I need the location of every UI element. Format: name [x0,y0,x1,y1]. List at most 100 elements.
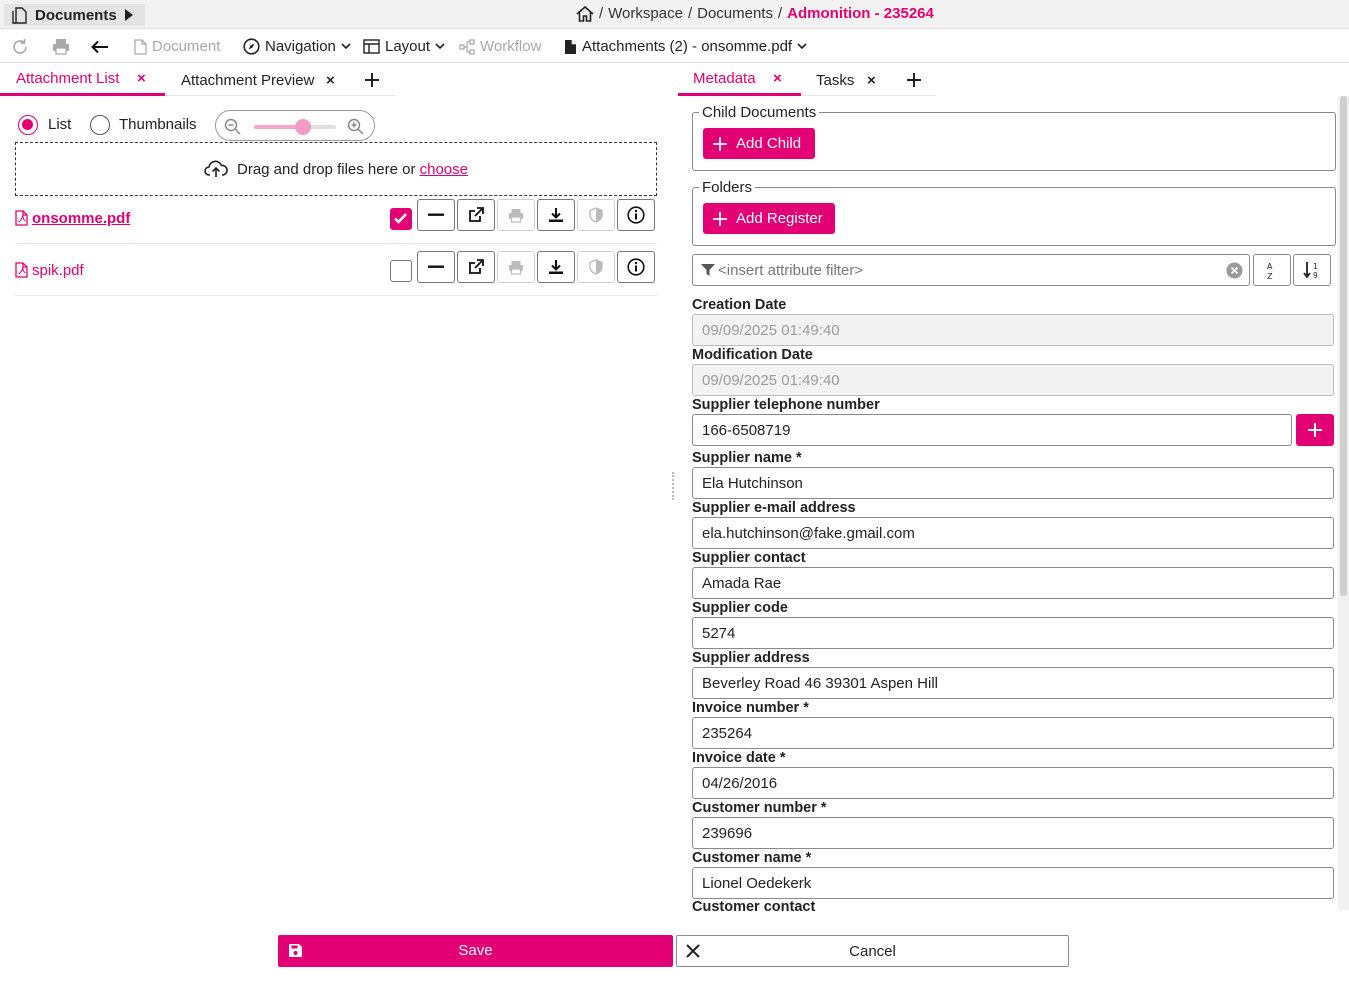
choose-file-link[interactable]: choose [420,161,468,178]
breadcrumb-separator: / [777,5,783,22]
printer-icon [52,38,70,55]
breadcrumb-documents[interactable]: Documents [697,5,773,22]
zoom-slider-thumb[interactable] [295,119,312,135]
svg-text:9: 9 [1313,271,1318,280]
file-name: onsomme.pdf [32,209,131,227]
breadcrumb-separator: / [599,5,604,22]
remove-file-button[interactable] [417,251,455,283]
file-link-onsomme[interactable]: onsomme.pdf [15,192,130,244]
add-tab-button[interactable] [364,64,386,96]
breadcrumb-current: Admonition - 235264 [787,5,934,22]
workflow-menu[interactable]: Workflow [459,30,541,63]
add-telephone-button[interactable] [1296,414,1334,446]
list-view-radio[interactable] [18,115,38,135]
tab-label: Tasks [816,71,855,89]
tab-tasks[interactable]: Tasks × [802,64,892,96]
file-name: spik.pdf [32,261,84,279]
clipped-field-area: Customer contact [692,899,1336,911]
filter-icon [701,264,715,277]
print-file-button[interactable] [497,251,535,283]
print-file-button[interactable] [497,199,535,231]
plus-icon [713,136,727,151]
attribute-filter-input[interactable] [718,260,1218,280]
printer-icon [508,208,524,223]
close-tab-icon[interactable]: × [137,70,146,87]
supplier-contact-field[interactable] [692,567,1334,599]
field-label: Supplier code [692,600,788,616]
svg-text:1: 1 [1313,262,1318,271]
close-tab-icon[interactable]: × [867,72,876,89]
clear-filter-icon[interactable] [1226,262,1243,279]
add-register-button[interactable]: Add Register [703,203,835,234]
compass-icon [243,38,260,55]
zoom-in-icon[interactable] [347,118,364,135]
add-tab-button[interactable] [906,64,928,96]
plus-icon [713,211,727,226]
remove-file-button[interactable] [417,199,455,231]
thumbnails-view-radio[interactable] [90,115,110,135]
document-icon [12,6,27,24]
file-select-checkbox[interactable] [390,208,412,230]
invoice-number-field[interactable] [692,717,1334,749]
sort-alphabetical-button[interactable]: AZ [1253,254,1291,286]
customer-number-field[interactable] [692,817,1334,849]
shield-icon [589,259,603,275]
attribute-filter [692,254,1250,286]
external-link-icon [468,259,484,275]
home-icon[interactable] [576,5,594,22]
protect-file-button[interactable] [577,251,615,283]
field-label: Supplier e-mail address [692,500,856,516]
documents-menu-label: Documents [35,6,117,24]
layout-menu[interactable]: Layout [363,30,445,63]
metadata-scrollbar-thumb[interactable] [1340,96,1347,596]
file-info-button[interactable] [617,251,655,283]
refresh-button[interactable] [11,30,29,63]
shield-icon [589,207,603,223]
supplier-code-field[interactable] [692,617,1334,649]
supplier-email-field[interactable] [692,517,1334,549]
tab-attachment-list[interactable]: Attachment List × [0,64,165,96]
protect-file-button[interactable] [577,199,615,231]
download-file-button[interactable] [537,251,575,283]
add-register-label: Add Register [736,210,823,227]
field-label: Customer number * [692,800,827,816]
panel-splitter[interactable] [667,64,679,914]
supplier-name-field[interactable] [692,467,1334,499]
file-select-checkbox[interactable] [390,260,412,282]
attachments-menu-label: Attachments (2) - onsomme.pdf [582,38,793,55]
attachments-menu[interactable]: Attachments (2) - onsomme.pdf [564,30,807,63]
zoom-out-icon[interactable] [224,118,241,135]
download-icon [548,259,564,275]
open-external-button[interactable] [457,251,495,283]
invoice-date-field[interactable] [692,767,1334,799]
chevron-down-icon [341,43,351,50]
supplier-telephone-field[interactable] [692,414,1292,446]
tab-attachment-preview[interactable]: Attachment Preview × [166,64,346,96]
cancel-button[interactable]: Cancel [676,935,1069,967]
back-button[interactable] [91,30,109,63]
navigation-menu[interactable]: Navigation [243,30,351,63]
tab-metadata[interactable]: Metadata × [678,64,801,96]
documents-menu-button[interactable]: Documents [4,4,145,26]
file-dropzone[interactable]: Drag and drop files here or choose [15,142,657,196]
chevron-down-icon [435,43,445,50]
print-button[interactable] [52,30,70,63]
sort-numeric-icon: 19 [1303,260,1321,280]
save-button[interactable]: Save [278,935,673,967]
caret-right-icon [125,9,133,21]
download-file-button[interactable] [537,199,575,231]
sort-numeric-button[interactable]: 19 [1293,254,1331,286]
supplier-address-field[interactable] [692,667,1334,699]
add-child-button[interactable]: Add Child [703,128,815,159]
close-tab-icon[interactable]: × [326,72,335,89]
plus-icon [906,72,922,88]
close-tab-icon[interactable]: × [773,70,782,87]
customer-name-field[interactable] [692,867,1334,899]
file-info-button[interactable] [617,199,655,231]
open-external-button[interactable] [457,199,495,231]
tab-label: Attachment List [16,70,120,87]
breadcrumb-workspace[interactable]: Workspace [608,5,683,22]
file-link-spik[interactable]: spik.pdf [15,244,84,296]
field-label: Customer contact [692,899,816,911]
document-menu[interactable]: Document [134,30,220,63]
